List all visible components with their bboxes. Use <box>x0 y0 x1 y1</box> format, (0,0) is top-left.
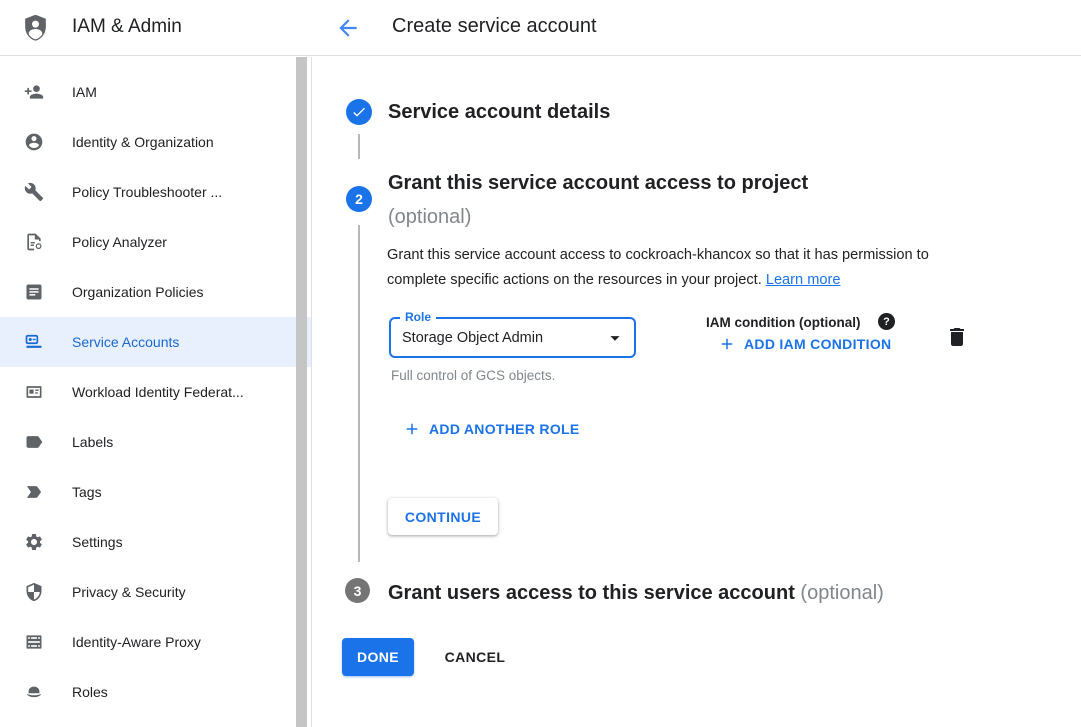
continue-button[interactable]: CONTINUE <box>388 498 498 535</box>
step2-title: Grant this service account access to pro… <box>388 166 948 234</box>
sidebar-item-iam[interactable]: IAM <box>0 67 311 117</box>
card-icon <box>24 382 44 402</box>
step3-optional-label: (optional) <box>800 582 883 604</box>
tag-arrow-icon <box>24 482 44 502</box>
service-account-icon <box>24 332 44 352</box>
sidebar-item-label: Tags <box>72 484 102 500</box>
sidebar-item-settings[interactable]: Settings <box>0 517 311 567</box>
cancel-button[interactable]: CANCEL <box>425 638 525 676</box>
sidebar-item-label: Privacy & Security <box>72 584 186 600</box>
sidebar-item-organization-policies[interactable]: Organization Policies <box>0 267 311 317</box>
learn-more-link[interactable]: Learn more <box>766 272 841 288</box>
sidebar-item-roles[interactable]: Roles <box>0 667 311 717</box>
create-service-account-wizard: Service account details 2 Grant this ser… <box>313 57 1081 727</box>
page-title: Create service account <box>392 15 597 38</box>
step3-number: 3 <box>354 583 362 599</box>
sidebar-scrollbar[interactable] <box>296 57 307 727</box>
role-helper-text: Full control of GCS objects. <box>391 368 555 383</box>
role-field-label: Role <box>400 310 436 324</box>
sidebar-item-label: Identity-Aware Proxy <box>72 634 201 650</box>
shield-icon <box>24 582 44 602</box>
hat-icon <box>24 682 44 702</box>
step1-title: Service account details <box>388 95 610 129</box>
policy-analyzer-icon <box>24 232 44 252</box>
dropdown-arrow-icon <box>604 327 626 349</box>
add-iam-condition-button[interactable]: ADD IAM CONDITION <box>718 335 891 353</box>
step2-description: Grant this service account access to coc… <box>387 243 979 293</box>
back-arrow-icon[interactable] <box>334 14 362 42</box>
add-another-role-button[interactable]: ADD ANOTHER ROLE <box>403 420 580 438</box>
step2-number: 2 <box>355 191 363 207</box>
proxy-grid-icon <box>24 632 44 652</box>
plus-icon <box>403 420 421 438</box>
sidebar-item-privacy-security[interactable]: Privacy & Security <box>0 567 311 617</box>
sidebar-item-label: Organization Policies <box>72 284 204 300</box>
sidebar-item-tags[interactable]: Tags <box>0 467 311 517</box>
sidebar-item-label: Settings <box>72 534 123 550</box>
sidebar-item-identity-organization[interactable]: Identity & Organization <box>0 117 311 167</box>
sidebar-item-label: Service Accounts <box>72 334 179 350</box>
document-lines-icon <box>24 282 44 302</box>
wrench-icon <box>24 182 44 202</box>
role-selected-value: Storage Object Admin <box>391 330 604 346</box>
step2-description-text: Grant this service account access to coc… <box>387 247 929 288</box>
step2-number-badge: 2 <box>346 186 372 212</box>
sidebar-item-identity-aware-proxy[interactable]: Identity-Aware Proxy <box>0 617 311 667</box>
sidebar-item-label: Labels <box>72 434 113 450</box>
app-title: IAM & Admin <box>72 16 182 38</box>
sidebar-item-policy-analyzer[interactable]: Policy Analyzer <box>0 217 311 267</box>
sidebar-item-label: Policy Troubleshooter ... <box>72 184 222 200</box>
step2-title-text: Grant this service account access to pro… <box>388 166 948 200</box>
sidebar-item-label: IAM <box>72 84 97 100</box>
plus-icon <box>718 335 736 353</box>
gear-icon <box>24 532 44 552</box>
sidebar: IAM Identity & Organization Policy Troub… <box>0 57 312 727</box>
sidebar-item-policy-troubleshooter[interactable]: Policy Troubleshooter ... <box>0 167 311 217</box>
step-connector-line <box>358 225 360 562</box>
done-button[interactable]: DONE <box>342 638 414 676</box>
sidebar-item-label: Roles <box>72 684 108 700</box>
iam-condition-label: IAM condition (optional) <box>706 315 860 330</box>
sidebar-item-label: Identity & Organization <box>72 134 214 150</box>
step2-optional-label: (optional) <box>388 200 948 234</box>
sidebar-item-workload-identity-federation[interactable]: Workload Identity Federat... <box>0 367 311 417</box>
sidebar-item-label: Workload Identity Federat... <box>72 384 244 400</box>
person-add-icon <box>24 82 44 102</box>
help-icon-glyph: ? <box>883 316 890 328</box>
step1-completed-check-icon <box>346 99 372 125</box>
step3-title: Grant users access to this service accou… <box>388 576 1081 610</box>
delete-role-trash-icon[interactable] <box>945 325 971 351</box>
iam-admin-shield-logo-icon <box>20 12 51 44</box>
step3-number-badge: 3 <box>345 578 370 603</box>
sidebar-item-label: Policy Analyzer <box>72 234 167 250</box>
label-icon <box>24 432 44 452</box>
sidebar-item-labels[interactable]: Labels <box>0 417 311 467</box>
step3-title-text: Grant users access to this service accou… <box>388 582 795 604</box>
role-select[interactable]: Role Storage Object Admin <box>389 317 636 358</box>
sidebar-list: IAM Identity & Organization Policy Troub… <box>0 67 311 717</box>
top-bar: IAM & Admin Create service account <box>0 0 1081 56</box>
sidebar-item-service-accounts[interactable]: Service Accounts <box>0 317 311 367</box>
step-connector-line <box>358 134 360 159</box>
account-circle-icon <box>24 132 44 152</box>
help-icon[interactable]: ? <box>878 313 895 330</box>
add-another-role-label: ADD ANOTHER ROLE <box>429 421 580 437</box>
add-iam-condition-label: ADD IAM CONDITION <box>744 336 891 352</box>
